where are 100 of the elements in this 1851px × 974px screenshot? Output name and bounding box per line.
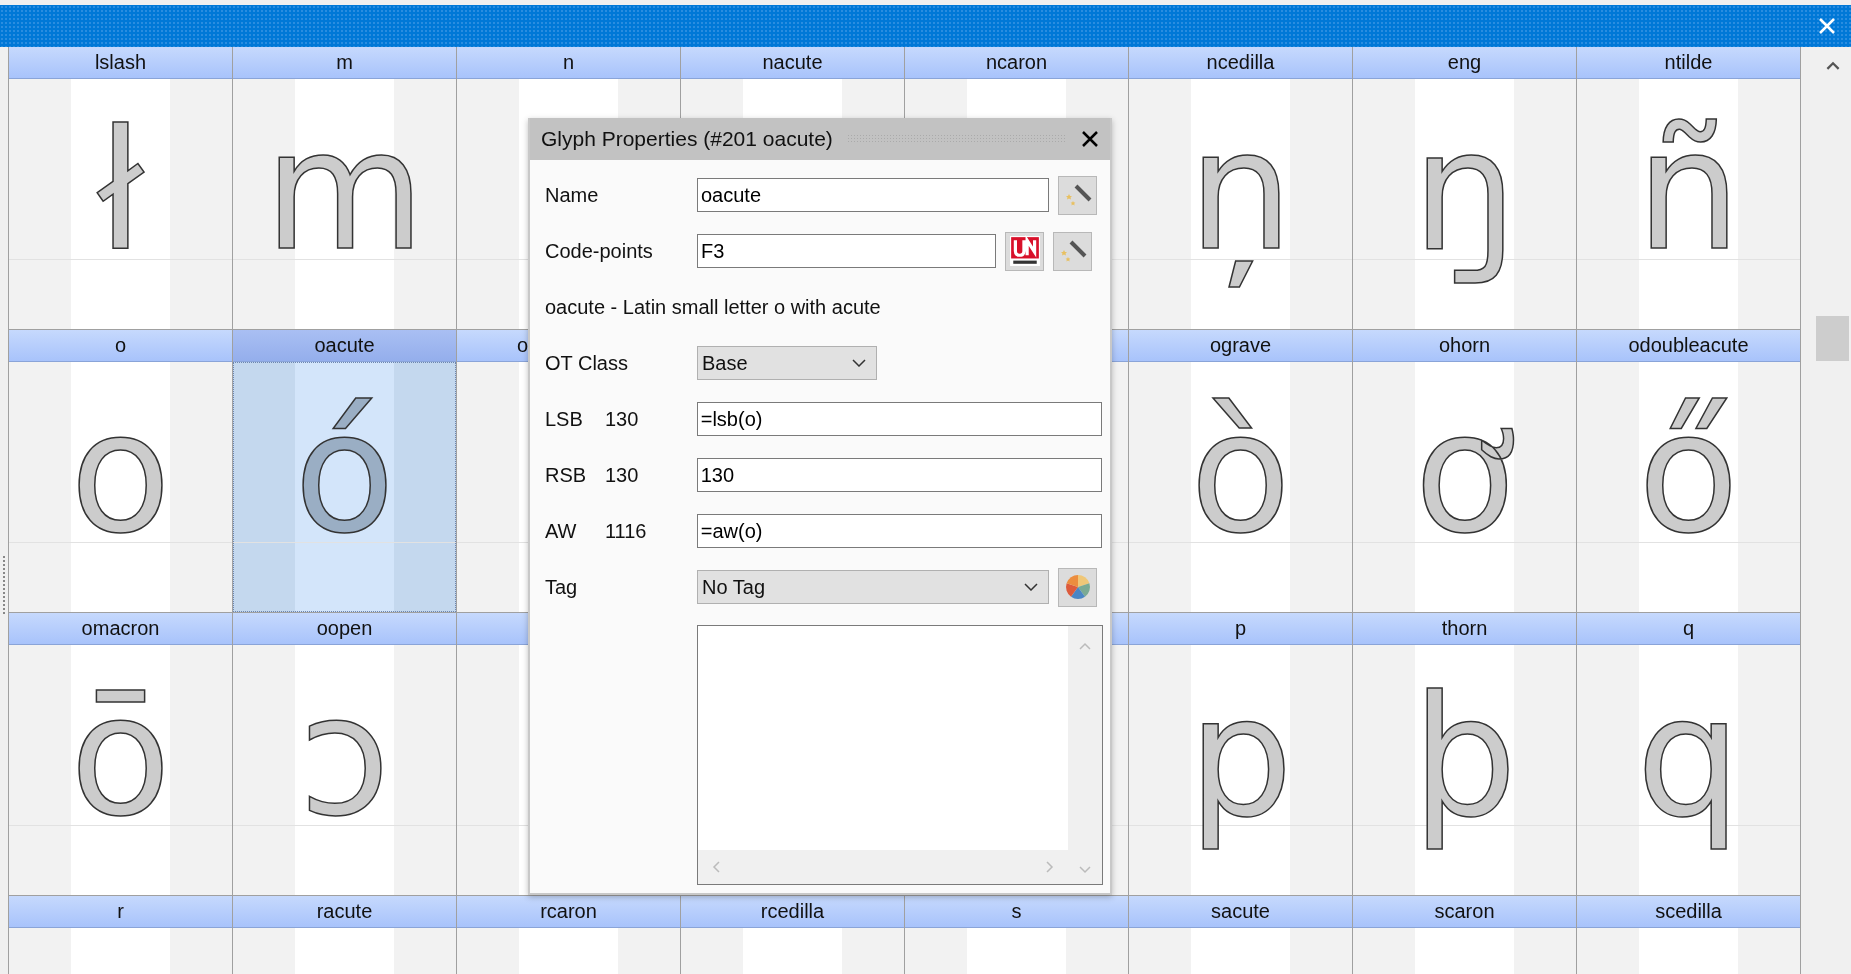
glyph-preview: þ <box>1412 675 1517 855</box>
metric-value: 1116 <box>604 519 648 543</box>
scrollbar-thumb[interactable] <box>1816 316 1849 361</box>
auto-codepoint-button[interactable] <box>1053 231 1092 271</box>
glyph-cell-header[interactable]: ncedilla <box>1129 47 1352 79</box>
glyph-preview: m <box>264 109 425 289</box>
glyph-cell-header[interactable]: oacute <box>233 330 456 362</box>
glyph-preview: ņ <box>1188 109 1293 289</box>
glyph-name: s <box>1011 900 1022 923</box>
metric-field[interactable]: 130 <box>696 458 1102 492</box>
glyph-cell-header[interactable]: s <box>905 896 1128 928</box>
glyph-cell-header[interactable]: m <box>233 47 456 79</box>
glyph-cell-header[interactable]: oopen <box>233 613 456 645</box>
scroll-down-icon[interactable] <box>1079 866 1091 874</box>
glyph-cell-header[interactable]: ncaron <box>905 47 1128 79</box>
glyph-name: ntilde <box>1664 51 1713 74</box>
unicode-button[interactable] <box>1005 231 1044 271</box>
tag-color-button[interactable] <box>1058 567 1097 607</box>
glyph-preview: ō <box>70 675 171 855</box>
glyph-name: ograve <box>1209 334 1272 357</box>
metric-field[interactable]: =aw(o) <box>696 514 1102 548</box>
glyph-cell-header[interactable]: o <box>9 330 232 362</box>
glyph-name: lslash <box>94 51 147 74</box>
glyph-cell-header[interactable]: ohorn <box>1353 330 1576 362</box>
glyph-name: o <box>114 334 127 357</box>
glyph-cell-header[interactable]: racute <box>233 896 456 928</box>
glyph-name: odoubleacute <box>1628 334 1749 357</box>
notes-field[interactable] <box>697 625 1103 885</box>
glyph-preview: ơ <box>1414 392 1515 572</box>
metric-value: 130 <box>604 407 640 431</box>
glyph-preview: q <box>1636 675 1741 855</box>
metric-label: LSB <box>545 407 584 431</box>
unicode-logo-icon <box>1008 235 1041 267</box>
ot-class-dropdown[interactable]: Base <box>697 346 877 380</box>
glyph-name: r <box>117 900 124 923</box>
glyph-cell-header[interactable]: r <box>9 896 232 928</box>
scroll-up-icon[interactable] <box>1825 61 1840 70</box>
glyph-cell-header[interactable]: scedilla <box>1577 896 1800 928</box>
glyph-name: q <box>1682 617 1695 640</box>
scroll-right-icon[interactable] <box>1046 861 1054 873</box>
dialog-title: Glyph Properties (#201 oacute) <box>541 127 833 151</box>
glyph-name: sacute <box>1211 900 1270 923</box>
glyph-description: oacute - Latin small letter o with acute <box>545 295 881 319</box>
chevron-down-icon <box>852 359 866 367</box>
splitter-grip-icon[interactable] <box>2 555 6 616</box>
chevron-down-icon <box>1024 583 1038 591</box>
glyph-name: oacute <box>314 334 375 357</box>
glyph-name: scaron <box>1434 900 1495 923</box>
glyph-name: n <box>562 51 575 74</box>
glyph-name: nacute <box>762 51 823 74</box>
tag-dropdown[interactable]: No Tag <box>697 570 1049 604</box>
glyph-name: rcedilla <box>760 900 825 923</box>
auto-name-button[interactable] <box>1058 175 1097 215</box>
glyph-cell-header[interactable]: nacute <box>681 47 904 79</box>
glyph-cell-header[interactable]: omacron <box>9 613 232 645</box>
glyph-name: racute <box>316 900 373 923</box>
field-label: Name <box>545 183 600 207</box>
glyph-name: thorn <box>1441 617 1488 640</box>
glyph-name: omacron <box>81 617 160 640</box>
glyph-preview: ñ <box>1636 109 1741 289</box>
glyph-name: eng <box>1447 51 1482 74</box>
close-icon[interactable] <box>1080 129 1100 149</box>
name-field[interactable]: oacute <box>697 178 1049 212</box>
glyph-cell-header[interactable]: eng <box>1353 47 1576 79</box>
glyph-name: scedilla <box>1655 900 1722 923</box>
glyph-cell-header[interactable]: odoubleacute <box>1577 330 1800 362</box>
glyph-name: oopen <box>316 617 373 640</box>
glyph-name: m <box>336 51 353 74</box>
metric-field[interactable]: =lsb(o) <box>696 402 1102 436</box>
glyph-cell-header[interactable]: scaron <box>1353 896 1576 928</box>
glyph-cell-header[interactable]: ntilde <box>1577 47 1800 79</box>
scroll-left-icon[interactable] <box>712 861 720 873</box>
glyph-cell-header[interactable]: q <box>1577 613 1800 645</box>
glyph-cell-header[interactable]: n <box>457 47 680 79</box>
metric-label: AW <box>545 519 578 543</box>
glyph-cell-header[interactable]: sacute <box>1129 896 1352 928</box>
glyph-name: ncedilla <box>1206 51 1275 74</box>
glyph-cell-header[interactable]: p <box>1129 613 1352 645</box>
glyph-name: ohorn <box>1438 334 1491 357</box>
field-label: OT Class <box>545 351 629 375</box>
metric-label: RSB <box>545 463 588 487</box>
field-label: Code-points <box>545 239 654 263</box>
glyph-cell-header[interactable]: lslash <box>9 47 232 79</box>
glyph-preview: p <box>1188 675 1293 855</box>
glyph-cell-header[interactable]: thorn <box>1353 613 1576 645</box>
code-points-field[interactable]: F3 <box>697 234 996 268</box>
glyph-name: p <box>1234 617 1247 640</box>
glyph-cell-header[interactable]: ograve <box>1129 330 1352 362</box>
glyph-cell-header[interactable]: rcedilla <box>681 896 904 928</box>
glyph-preview: ò <box>1190 392 1291 572</box>
glyph-name: rcaron <box>540 900 597 923</box>
glyph-preview: ɔ <box>299 675 390 855</box>
glyph-preview: o <box>70 392 171 572</box>
glyph-cell-header[interactable]: rcaron <box>457 896 680 928</box>
glyph-preview: ł <box>97 109 144 289</box>
metric-value: 130 <box>604 463 640 487</box>
field-label: Tag <box>545 575 579 599</box>
glyph-preview: ő <box>1638 392 1739 572</box>
glyph-name: ncaron <box>985 51 1048 74</box>
glyph-preview: ó <box>294 392 395 572</box>
